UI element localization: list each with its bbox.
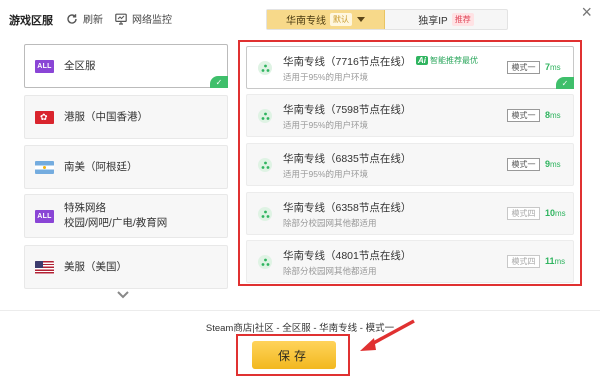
region-item-us[interactable]: 美服（美国） [24,245,228,289]
top-bar: 游戏区服 刷新 网络监控 华南专线 默认 独享IP 推荐 × [0,0,600,36]
line-name: 华南专线（4801节点在线） [283,250,412,262]
close-icon[interactable]: × [581,3,592,21]
latency-unit: ms [550,160,561,169]
line-item[interactable]: 华南专线（6835节点在线） 适用于95%的用户环境 模式一 9ms [246,143,574,186]
network-monitor-label: 网络监控 [132,15,172,26]
region-item-all[interactable]: ALL 全区服 ✓ [24,44,228,88]
line-item[interactable]: 华南专线（6358节点在线） 除部分校园网其他都适用 模式四 10ms [246,192,574,235]
line-description: 适用于95%的用户环境 [283,72,369,82]
arrow-pointer-icon [360,319,415,351]
line-list-highlight: 华南专线（7716节点在线） Ai 智能推荐最优 适用于95%的用户环境 模式一… [238,40,582,286]
check-icon: ✓ [556,77,574,89]
all-badge-icon: ALL [35,209,54,223]
check-icon: ✓ [210,76,228,88]
save-button[interactable]: 保存 [252,341,336,369]
tab-exclusive-ip-label: 独享IP [418,16,448,27]
latency-value: 8ms [545,110,561,120]
region-label: 南美（阿根廷） [64,160,138,173]
mode-badge[interactable]: 模式一 [507,158,540,171]
latency-value: 11ms [545,256,565,266]
mode-badge[interactable]: 模式一 [507,61,540,74]
line-description: 适用于95%的用户环境 [283,120,369,130]
tab-exclusive-ip[interactable]: 独享IP 推荐 [385,10,507,29]
latency-value: 7ms [545,62,561,72]
footer-divider [0,310,600,311]
latency-unit: ms [550,111,561,120]
line-description: 除部分校园网其他都适用 [283,218,377,228]
node-icon [258,61,272,75]
network-monitor-button[interactable]: 网络监控 [115,11,172,26]
line-description: 除部分校园网其他都适用 [283,266,377,276]
node-icon [258,207,272,221]
region-sublabel: 校园/网吧/广电/教育网 [64,217,168,229]
save-highlight: 保存 [236,334,350,376]
latency-value: 10ms [545,208,566,218]
argentina-flag-icon [35,160,54,174]
line-item[interactable]: 华南专线（7598节点在线） 适用于95%的用户环境 模式一 8ms [246,94,574,137]
region-label: 全区服 [64,59,96,72]
region-label: 美服（美国） [64,260,127,273]
line-name: 华南专线（7716节点在线） [283,56,412,68]
tab-south-china-line-label: 华南专线 [286,16,326,27]
line-type-switch: 华南专线 默认 独享IP 推荐 [266,9,508,30]
chevron-down-icon[interactable] [116,290,130,300]
latency-value: 9ms [545,159,561,169]
line-name: 华南专线（6835节点在线） [283,153,412,165]
region-label: 特殊网络 [64,202,106,214]
line-name: 华南专线（6358节点在线） [283,202,412,214]
refresh-button[interactable]: 刷新 [66,11,103,26]
node-icon [258,109,272,123]
line-item[interactable]: 华南专线（4801节点在线） 除部分校园网其他都适用 模式四 11ms [246,240,574,283]
latency-number: 10 [545,208,556,218]
line-name: 华南专线（7598节点在线） [283,104,412,116]
mode-badge[interactable]: 模式四 [507,255,540,268]
latency-unit: ms [555,209,566,218]
recommend-badge: 推荐 [451,13,474,26]
selection-summary: Steam商店|社区 - 全区服 - 华南专线 - 模式一 [205,323,395,334]
line-description: 适用于95%的用户环境 [283,169,369,179]
region-item-hk[interactable]: 港服（中国香港） [24,95,228,139]
region-label: 港服（中国香港） [64,110,148,123]
ai-badge: Ai [416,55,428,65]
ai-recommend-tag: Ai 智能推荐最优 [416,54,478,66]
default-badge: 默认 [330,13,352,26]
mode-badge[interactable]: 模式四 [507,207,540,220]
latency-unit: ms [550,63,561,72]
tab-south-china-line[interactable]: 华南专线 默认 [267,10,385,29]
page-title: 游戏区服 [9,15,53,27]
chevron-down-icon[interactable] [357,17,365,22]
refresh-label: 刷新 [83,15,103,26]
region-label-group: 特殊网络 校园/网吧/广电/教育网 [64,201,167,231]
monitor-icon [115,13,127,25]
mode-badge[interactable]: 模式一 [507,109,540,122]
us-flag-icon [35,260,54,274]
latency-unit: ms [554,257,566,266]
node-icon [258,255,272,269]
region-item-special-network[interactable]: ALL 特殊网络 校园/网吧/广电/教育网 [24,194,228,238]
refresh-icon [67,13,77,24]
line-item[interactable]: 华南专线（7716节点在线） Ai 智能推荐最优 适用于95%的用户环境 模式一… [246,46,574,89]
ai-recommend-text: 智能推荐最优 [430,55,478,65]
latency-number: 11 [545,256,555,266]
hong-kong-flag-icon [35,110,54,124]
all-badge-icon: ALL [35,59,54,73]
node-icon [258,158,272,172]
region-item-argentina[interactable]: 南美（阿根廷） [24,145,228,189]
